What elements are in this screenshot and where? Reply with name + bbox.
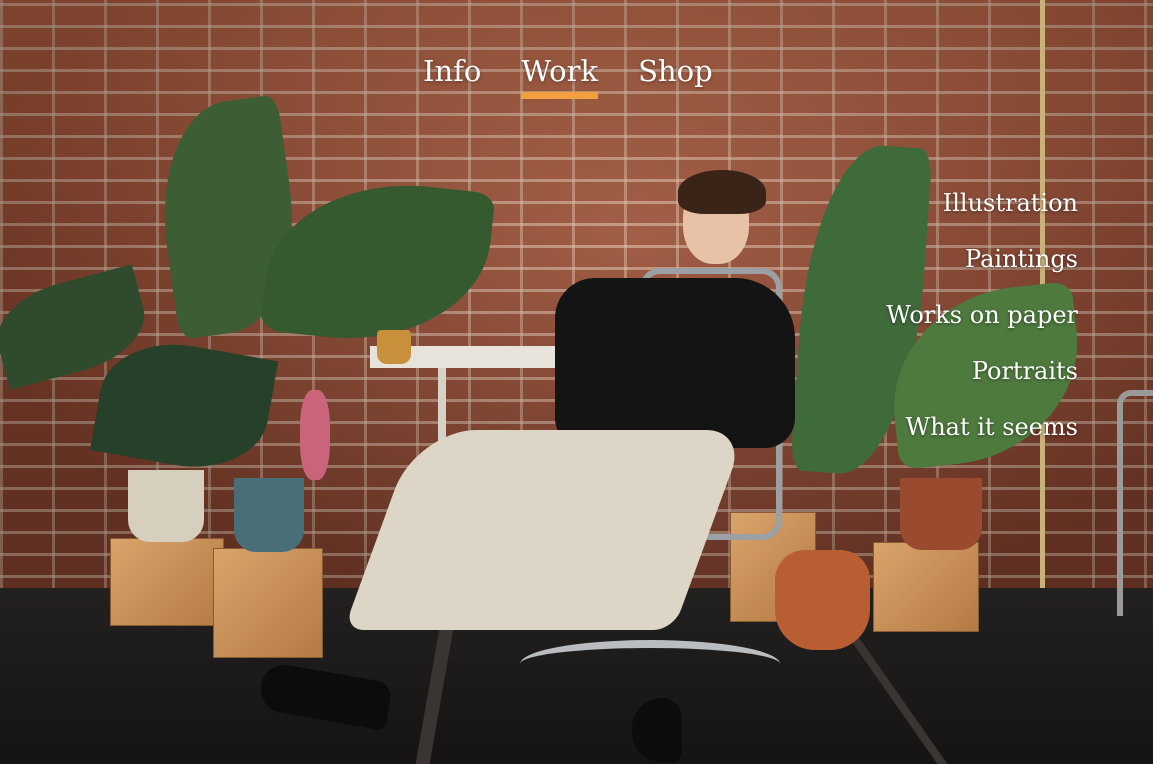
wooden-block [213, 548, 323, 658]
main-nav: Info Work Shop [423, 53, 713, 99]
submenu-portraits[interactable]: Portraits [972, 353, 1078, 389]
nav-work[interactable]: Work [521, 53, 599, 99]
flower [300, 390, 330, 480]
wooden-block [873, 542, 979, 632]
active-indicator [521, 92, 599, 99]
person-torso [555, 278, 795, 448]
wooden-block [110, 538, 224, 626]
nav-shop-label: Shop [638, 54, 713, 88]
submenu-what-it-seems[interactable]: What it seems [906, 409, 1078, 445]
plant-pot [128, 470, 204, 542]
mug [377, 330, 411, 364]
nav-work-label: Work [521, 54, 599, 88]
submenu-works-on-paper[interactable]: Works on paper [886, 297, 1078, 333]
shoe [632, 698, 682, 762]
nav-info[interactable]: Info [423, 53, 481, 89]
submenu-paintings[interactable]: Paintings [965, 241, 1078, 277]
plant-pot [900, 478, 982, 550]
metal-railing [1117, 390, 1153, 616]
plant-pot [775, 550, 870, 650]
nav-info-label: Info [423, 54, 482, 88]
person-hair [678, 170, 766, 214]
plant-pot [234, 478, 304, 552]
work-submenu: Illustration Paintings Works on paper Po… [886, 185, 1078, 445]
nav-shop[interactable]: Shop [638, 53, 713, 89]
chair-base [520, 640, 780, 688]
submenu-illustration[interactable]: Illustration [943, 185, 1078, 221]
